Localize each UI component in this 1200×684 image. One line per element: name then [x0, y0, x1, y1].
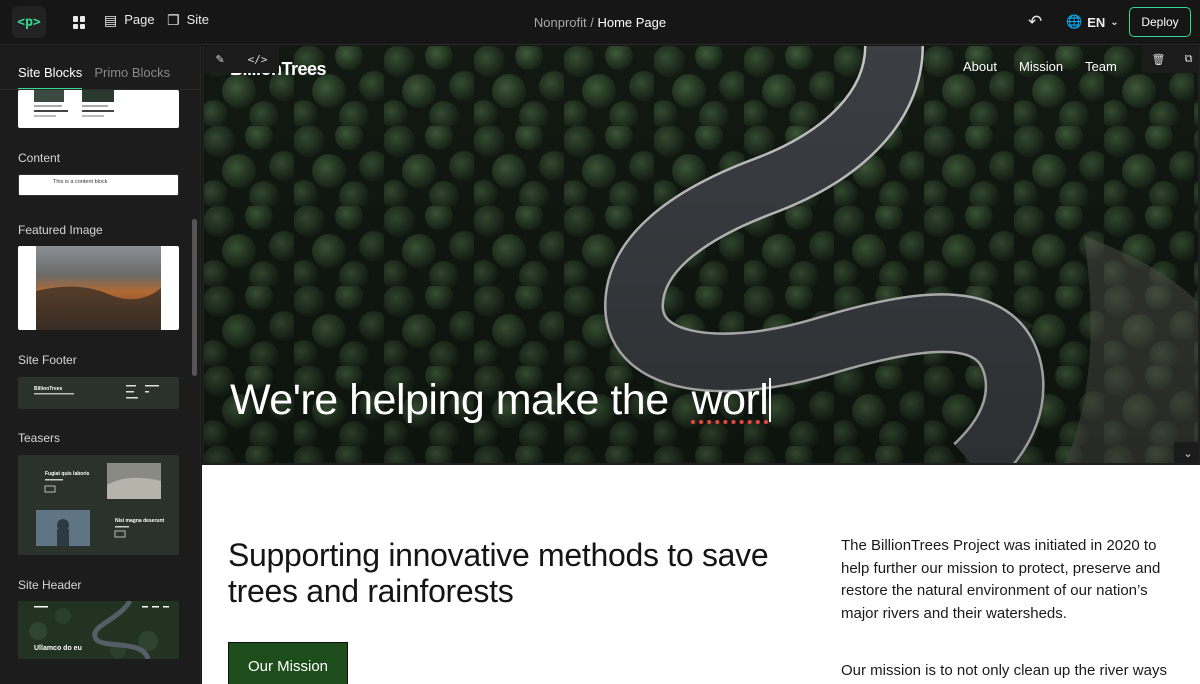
block-thumbnail-content[interactable]: This is a content block: [18, 174, 179, 196]
block-edit-toolbar: ✎ </>: [204, 46, 279, 73]
block-thumbnail-featured-image[interactable]: [18, 246, 179, 330]
globe-icon: 🌐: [1066, 14, 1083, 29]
tab-primo-blocks[interactable]: Primo Blocks: [94, 65, 170, 90]
language-label: EN: [1087, 14, 1106, 30]
nav-link-mission[interactable]: Mission: [1019, 59, 1063, 74]
site-nav: About Mission Team: [963, 59, 1117, 74]
partial-preview: [34, 90, 114, 117]
featured-image-preview: [36, 246, 161, 330]
nav-link-about[interactable]: About: [963, 59, 997, 74]
block-thumbnail-site-header[interactable]: Ullamco do eu: [18, 601, 179, 659]
code-icon[interactable]: </>: [248, 53, 268, 66]
hero-heading-typed[interactable]: worl: [692, 376, 769, 424]
text-cursor: [769, 378, 772, 422]
page-button-label: Page: [124, 12, 155, 27]
chevron-down-icon[interactable]: ⌄: [1174, 442, 1198, 463]
breadcrumb-page[interactable]: Home Page: [597, 15, 666, 30]
content-section: Supporting innovative methods to save tr…: [202, 465, 1200, 684]
sidebar-tabs: Site Blocks Primo Blocks: [18, 65, 170, 90]
grid-icon[interactable]: [73, 16, 86, 29]
section-paragraph-1[interactable]: The BillionTrees Project was initiated i…: [841, 535, 1181, 625]
site-icon: ❐: [167, 11, 180, 28]
footer-preview-lines: [34, 385, 159, 399]
chevron-down-icon: ⌄: [1110, 16, 1119, 28]
language-selector[interactable]: 🌐 EN ⌄: [1066, 14, 1119, 30]
deploy-button[interactable]: Deploy: [1129, 7, 1191, 37]
page-button[interactable]: ▤ Page: [104, 12, 155, 27]
trash-icon[interactable]: 🗑: [1152, 53, 1166, 66]
page-icon: ▤: [104, 11, 118, 28]
top-toolbar: <p> ▤ Page ❐ Site Nonprofit / Home Page …: [0, 0, 1200, 45]
block-actions-toolbar: 🗑 ⧉: [1142, 46, 1198, 73]
content-preview-text: This is a content block: [53, 179, 108, 185]
block-sidebar: Site Blocks Primo Blocks Content This is…: [0, 46, 201, 684]
section-paragraph-2[interactable]: Our mission is to not only clean up the …: [841, 660, 1181, 683]
block-thumbnail-partial[interactable]: [18, 90, 179, 128]
breadcrumb-site[interactable]: Nonprofit: [534, 15, 587, 30]
block-label-teasers: Teasers: [18, 431, 61, 445]
hero-heading[interactable]: We're helping make the worl: [230, 376, 772, 425]
site-header-preview-text: Ullamco do eu: [34, 645, 82, 652]
hero-heading-text[interactable]: We're helping make the: [230, 376, 692, 424]
our-mission-button[interactable]: Our Mission: [228, 642, 348, 684]
site-button-label: Site: [186, 12, 209, 27]
duplicate-icon[interactable]: ⧉: [1185, 53, 1193, 66]
block-label-content: Content: [18, 151, 61, 165]
edit-icon[interactable]: ✎: [215, 53, 224, 66]
block-thumbnail-site-footer[interactable]: BillionTrees: [18, 377, 179, 409]
block-label-site-footer: Site Footer: [18, 353, 77, 367]
tab-site-blocks[interactable]: Site Blocks: [18, 65, 83, 90]
section-heading[interactable]: Supporting innovative methods to save tr…: [228, 537, 788, 609]
undo-icon[interactable]: ↶: [1028, 12, 1042, 32]
breadcrumb-separator: /: [586, 15, 598, 30]
block-label-featured-image: Featured Image: [18, 223, 103, 237]
site-button[interactable]: ❐ Site: [167, 12, 209, 27]
hero-section[interactable]: BillionTrees About Mission Team We're he…: [202, 46, 1200, 465]
block-label-site-header: Site Header: [18, 578, 82, 592]
block-thumbnail-teasers[interactable]: Fugiat quis laboris Nisi magna deserunt: [18, 455, 179, 555]
nav-link-team[interactable]: Team: [1085, 59, 1117, 74]
page-canvas: BillionTrees About Mission Team We're he…: [202, 46, 1200, 684]
sidebar-scrollbar[interactable]: [192, 219, 197, 376]
primo-logo-button[interactable]: <p>: [12, 6, 46, 38]
teasers-preview-art: [36, 463, 161, 546]
